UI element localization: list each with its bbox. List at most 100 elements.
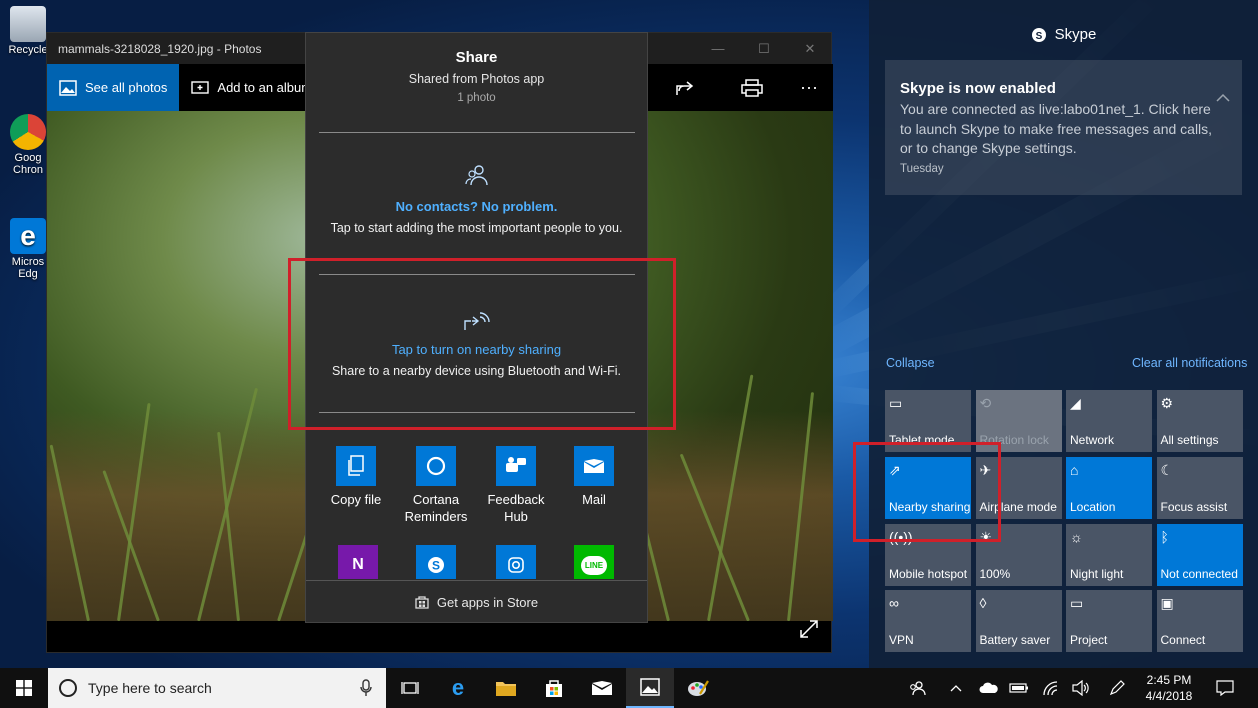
share-apps-row2: N S LINE bbox=[306, 545, 647, 579]
taskbar: Type here to search e 2:45 PM 4/4/2018 bbox=[0, 668, 1258, 708]
taskbar-mail[interactable] bbox=[578, 668, 626, 708]
quick-action-label: Night light bbox=[1070, 566, 1124, 581]
ellipsis-icon: ··· bbox=[800, 77, 818, 97]
connect-icon: ▣ bbox=[1160, 595, 1174, 612]
cloud-icon bbox=[979, 682, 998, 693]
gear-icon: ⚙ bbox=[1160, 395, 1174, 411]
show-hidden-icons-button[interactable] bbox=[944, 668, 968, 708]
people-icon bbox=[910, 681, 926, 696]
quick-action-all-settings[interactable]: ⚙ All settings bbox=[1156, 390, 1243, 452]
close-button[interactable]: ✕ bbox=[787, 33, 833, 64]
quick-action-location[interactable]: ⌂ Location bbox=[1066, 456, 1152, 519]
taskbar-search-box[interactable]: Type here to search bbox=[48, 668, 386, 708]
onedrive-button[interactable] bbox=[976, 668, 1002, 708]
taskbar-edge[interactable]: e bbox=[434, 668, 482, 708]
line-icon[interactable]: LINE bbox=[574, 545, 614, 579]
divider bbox=[319, 132, 635, 133]
paint-icon bbox=[688, 680, 709, 696]
battery-button[interactable] bbox=[1006, 668, 1032, 708]
taskbar-file-explorer[interactable] bbox=[482, 668, 530, 708]
edge-icon: e bbox=[451, 675, 465, 700]
share-button[interactable] bbox=[663, 64, 707, 111]
quick-action-label: Focus assist bbox=[1160, 499, 1228, 514]
desktop-icon-recycle-bin[interactable]: Recycle bbox=[4, 6, 52, 56]
store-icon bbox=[546, 680, 562, 697]
more-options-button[interactable]: ··· bbox=[787, 64, 831, 111]
mail-icon bbox=[574, 446, 614, 486]
task-view-button[interactable] bbox=[386, 668, 434, 708]
get-apps-in-store-link[interactable]: Get apps in Store bbox=[306, 580, 647, 623]
microphone-icon[interactable] bbox=[360, 679, 372, 697]
share-app-cortana-reminders[interactable]: Cortana Reminders bbox=[396, 446, 476, 525]
quick-action-night-light[interactable]: ☼ Night light bbox=[1066, 523, 1152, 586]
app-label: Cortana Reminders bbox=[404, 492, 468, 524]
start-button[interactable] bbox=[0, 668, 48, 708]
share-subtitle: Shared from Photos app bbox=[408, 72, 545, 86]
network-tray-button[interactable] bbox=[1038, 668, 1064, 708]
desktop-icon-label: Goog Chron bbox=[13, 152, 43, 176]
pen-workspace-button[interactable] bbox=[1104, 668, 1130, 708]
location-icon: ⌂ bbox=[1070, 461, 1079, 478]
action-center-button[interactable] bbox=[1210, 668, 1240, 708]
notification-time: Tuesday bbox=[900, 163, 944, 175]
quick-action-label: All settings bbox=[1160, 433, 1219, 447]
notification-title: Skype is now enabled bbox=[900, 80, 1056, 97]
taskbar-store[interactable] bbox=[530, 668, 578, 708]
people-button[interactable] bbox=[900, 668, 934, 708]
taskbar-photos[interactable] bbox=[626, 668, 674, 708]
quick-action-not-connected[interactable]: ᛒ Not connected bbox=[1156, 523, 1243, 586]
edge-icon: e bbox=[10, 218, 46, 254]
share-app-feedback-hub[interactable]: Feedback Hub bbox=[476, 446, 556, 525]
volume-button[interactable] bbox=[1068, 668, 1094, 708]
svg-text:S: S bbox=[1035, 31, 1042, 42]
no-contacts-desc: Tap to start adding the most important p… bbox=[330, 221, 623, 235]
quick-action-focus-assist[interactable]: ☾ Focus assist bbox=[1156, 456, 1243, 519]
minimize-button[interactable]: — bbox=[695, 33, 741, 64]
quick-action-connect[interactable]: ▣ Connect bbox=[1156, 590, 1243, 653]
highlight-nearby-share-option bbox=[288, 258, 676, 430]
add-to-album-label: Add to an album bbox=[217, 80, 313, 95]
quick-action-vpn[interactable]: ∞ VPN bbox=[885, 590, 971, 653]
notification-card[interactable]: Skype is now enabled You are connected a… bbox=[885, 60, 1242, 195]
windows-icon bbox=[16, 680, 32, 696]
skype-icon[interactable]: S bbox=[416, 545, 456, 579]
collapse-link[interactable]: Collapse bbox=[886, 356, 935, 370]
quick-action-label: Network bbox=[1070, 433, 1115, 447]
recycle-bin-icon bbox=[10, 6, 46, 42]
print-button[interactable] bbox=[730, 64, 774, 111]
quick-action-label: VPN bbox=[889, 633, 914, 648]
quick-action-label: Connect bbox=[1160, 633, 1206, 648]
quick-action-project[interactable]: ▭ Project bbox=[1066, 590, 1152, 653]
quick-action-label: 100% bbox=[979, 566, 1011, 581]
clear-all-notifications-link[interactable]: Clear all notifications bbox=[1132, 356, 1247, 370]
quick-action-network[interactable]: ◢ Network bbox=[1066, 390, 1152, 452]
quick-action-battery-saver[interactable]: ◊ Battery saver bbox=[975, 590, 1062, 653]
bluetooth-icon: ᛒ bbox=[1160, 528, 1169, 545]
photos-icon bbox=[59, 79, 77, 96]
vpn-icon: ∞ bbox=[889, 595, 899, 612]
see-all-photos-button[interactable]: See all photos bbox=[47, 64, 180, 111]
chevron-up-icon bbox=[950, 685, 962, 692]
see-all-photos-label: See all photos bbox=[85, 80, 168, 95]
app-label: Feedback Hub bbox=[487, 492, 545, 524]
store-icon bbox=[415, 596, 429, 609]
taskbar-paint[interactable] bbox=[674, 668, 722, 708]
copy-file-icon bbox=[336, 446, 376, 486]
app-label: Mail bbox=[582, 492, 606, 507]
instagram-icon[interactable] bbox=[496, 545, 536, 579]
onenote-icon[interactable]: N bbox=[338, 545, 378, 579]
desktop-icon-chrome[interactable]: Goog Chron bbox=[4, 114, 52, 176]
photos-icon bbox=[640, 678, 660, 696]
desktop-icon-label: Micros Edg bbox=[11, 256, 45, 280]
notification-body: You are connected as live:labo01net_1. C… bbox=[900, 101, 1213, 156]
chrome-icon bbox=[10, 114, 46, 150]
svg-text:S: S bbox=[432, 559, 440, 573]
maximize-button[interactable]: ☐ bbox=[741, 33, 787, 64]
fullscreen-button[interactable] bbox=[799, 619, 819, 644]
share-app-mail[interactable]: Mail bbox=[554, 446, 634, 508]
chevron-up-icon[interactable] bbox=[1216, 93, 1230, 103]
share-app-copy-file[interactable]: Copy file bbox=[316, 446, 396, 508]
add-to-album-button[interactable]: Add to an album bbox=[179, 64, 324, 111]
clock[interactable]: 2:45 PM 4/4/2018 bbox=[1136, 668, 1202, 708]
desktop-icon-edge[interactable]: e Micros Edg bbox=[4, 218, 52, 280]
